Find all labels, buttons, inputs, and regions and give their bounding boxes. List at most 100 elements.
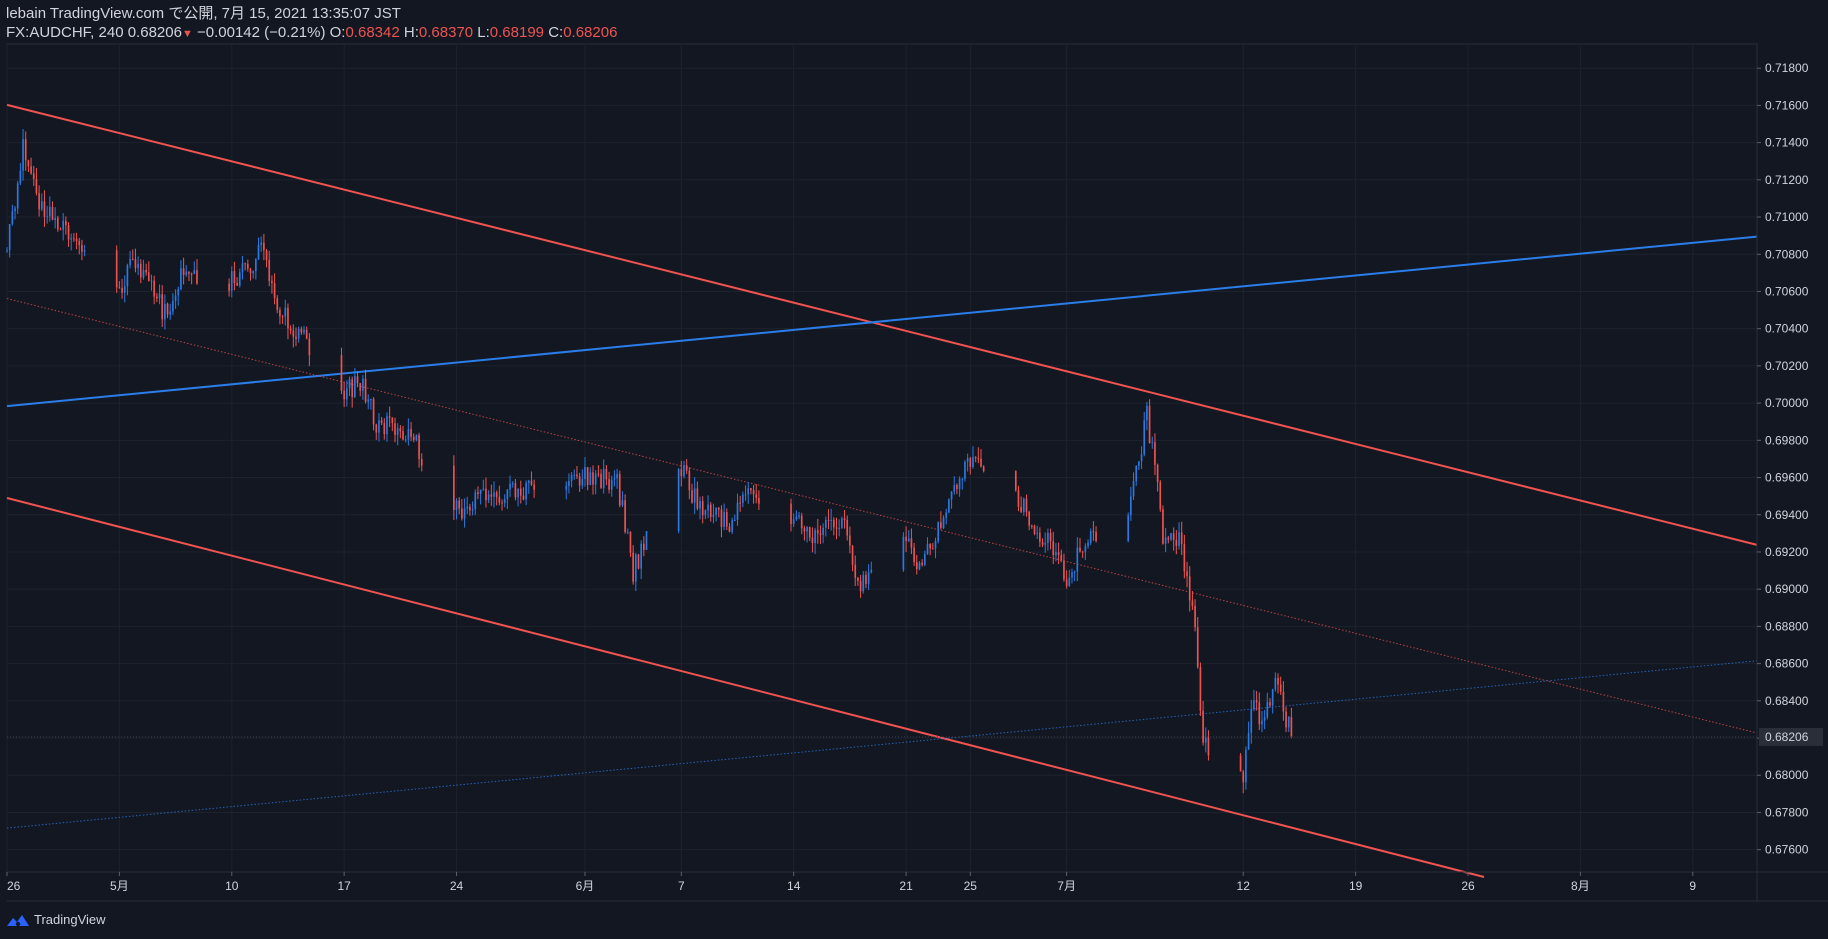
tradingview-logo-icon[interactable] xyxy=(6,913,30,927)
candle-up[interactable] xyxy=(747,488,750,495)
candle-down[interactable] xyxy=(956,485,958,489)
candle-down[interactable] xyxy=(1282,691,1285,712)
candle-down[interactable] xyxy=(688,470,691,491)
candle-up[interactable] xyxy=(1073,571,1076,573)
candle-down[interactable] xyxy=(30,166,32,174)
candle-down[interactable] xyxy=(843,518,846,520)
candle-up[interactable] xyxy=(6,250,8,252)
candle-up[interactable] xyxy=(172,300,174,312)
candle-down[interactable] xyxy=(485,488,487,501)
candle-down[interactable] xyxy=(1188,576,1191,601)
candle-up[interactable] xyxy=(509,483,511,490)
candle-down[interactable] xyxy=(1017,490,1020,507)
trend-line-red-dotted-4[interactable] xyxy=(6,298,1758,734)
candle-down[interactable] xyxy=(263,242,265,251)
candle-up[interactable] xyxy=(241,263,244,273)
candle-down[interactable] xyxy=(418,435,420,460)
candle-down[interactable] xyxy=(632,552,634,582)
candle-down[interactable] xyxy=(458,500,461,509)
candle-up[interactable] xyxy=(193,270,196,275)
candle-up[interactable] xyxy=(185,271,188,276)
candle-down[interactable] xyxy=(399,428,402,432)
candle-down[interactable] xyxy=(865,574,867,584)
candle-down[interactable] xyxy=(857,577,859,581)
candle-up[interactable] xyxy=(1204,737,1207,743)
candle-down[interactable] xyxy=(1162,509,1164,544)
candle-down[interactable] xyxy=(1199,666,1202,711)
candle-up[interactable] xyxy=(482,488,485,490)
candle-down[interactable] xyxy=(819,533,822,535)
candle-down[interactable] xyxy=(790,503,792,525)
candle-up[interactable] xyxy=(948,499,950,513)
candle-up[interactable] xyxy=(346,388,348,400)
candle-up[interactable] xyxy=(123,286,126,293)
candle-up[interactable] xyxy=(640,543,643,569)
candle-up[interactable] xyxy=(1170,533,1172,540)
candle-down[interactable] xyxy=(166,303,169,315)
candle-down[interactable] xyxy=(932,548,934,550)
candle-up[interactable] xyxy=(822,527,824,535)
candle-up[interactable] xyxy=(953,485,956,492)
candle-down[interactable] xyxy=(121,288,123,293)
candle-up[interactable] xyxy=(407,429,410,440)
candle-down[interactable] xyxy=(835,527,838,529)
candle-down[interactable] xyxy=(1095,531,1097,541)
candle-down[interactable] xyxy=(846,519,849,536)
candle-down[interactable] xyxy=(501,502,503,504)
candle-down[interactable] xyxy=(1039,532,1041,542)
candle-up[interactable] xyxy=(348,379,351,389)
candle-down[interactable] xyxy=(1028,511,1031,526)
candle-down[interactable] xyxy=(139,263,142,278)
candle-down[interactable] xyxy=(246,263,249,269)
candle-up[interactable] xyxy=(584,467,586,480)
candle-down[interactable] xyxy=(1279,684,1282,692)
candle-up[interactable] xyxy=(966,458,969,462)
candle-down[interactable] xyxy=(394,423,396,435)
candle-down[interactable] xyxy=(265,250,268,260)
candle-up[interactable] xyxy=(474,492,477,510)
candle-down[interactable] xyxy=(859,580,862,592)
candle-down[interactable] xyxy=(854,564,857,578)
candle-up[interactable] xyxy=(367,399,370,402)
candle-up[interactable] xyxy=(937,522,940,541)
candle-up[interactable] xyxy=(568,480,570,486)
candle-down[interactable] xyxy=(364,378,367,402)
candle-down[interactable] xyxy=(57,217,59,230)
candle-down[interactable] xyxy=(490,494,493,497)
candle-down[interactable] xyxy=(1167,537,1170,540)
candle-down[interactable] xyxy=(1020,506,1022,513)
candle-down[interactable] xyxy=(273,283,276,299)
candle-up[interactable] xyxy=(370,399,372,401)
candle-up[interactable] xyxy=(1140,454,1143,462)
candle-up[interactable] xyxy=(129,258,131,266)
candle-down[interactable] xyxy=(1148,405,1151,443)
candle-down[interactable] xyxy=(287,307,289,329)
candle-up[interactable] xyxy=(487,494,490,501)
candle-down[interactable] xyxy=(629,531,632,553)
candle-up[interactable] xyxy=(1135,466,1138,481)
candle-up[interactable] xyxy=(736,502,739,520)
candle-down[interactable] xyxy=(755,494,758,498)
candle-down[interactable] xyxy=(800,515,803,529)
candle-up[interactable] xyxy=(795,516,798,520)
candle-up[interactable] xyxy=(733,519,736,521)
candle-down[interactable] xyxy=(228,283,230,291)
candle-up[interactable] xyxy=(581,479,584,486)
candle-up[interactable] xyxy=(934,540,937,549)
candle-up[interactable] xyxy=(378,420,380,433)
candle-down[interactable] xyxy=(1014,471,1017,491)
candle-down[interactable] xyxy=(249,268,252,274)
candle-up[interactable] xyxy=(297,328,300,339)
candle-up[interactable] xyxy=(806,527,808,532)
candle-down[interactable] xyxy=(725,512,728,527)
candle-up[interactable] xyxy=(180,268,182,290)
candle-up[interactable] xyxy=(926,544,929,555)
candle-down[interactable] xyxy=(1191,600,1194,606)
candle-up[interactable] xyxy=(284,307,287,317)
candle-up[interactable] xyxy=(46,216,48,218)
candle-down[interactable] xyxy=(921,562,923,565)
candle-down[interactable] xyxy=(196,270,198,284)
candle-down[interactable] xyxy=(1207,737,1210,756)
candle-up[interactable] xyxy=(396,428,399,435)
candle-up[interactable] xyxy=(471,509,474,511)
